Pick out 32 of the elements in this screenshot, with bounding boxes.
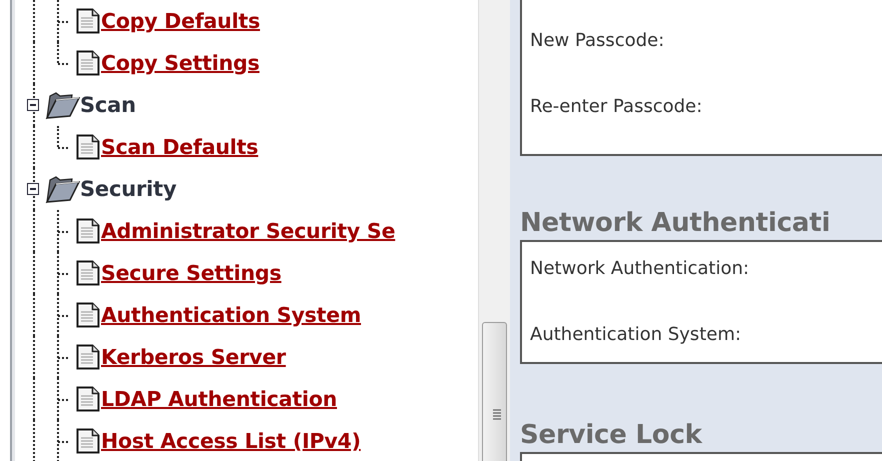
tree-link[interactable]: Secure Settings (101, 261, 282, 285)
folder-icon (44, 90, 80, 120)
field-label: Authentication System: (530, 324, 742, 346)
tree-link[interactable]: Authentication System (101, 303, 361, 327)
scrollbar-thumb[interactable] (482, 322, 507, 461)
page-icon (76, 218, 100, 244)
tree-link[interactable]: Copy Defaults (101, 9, 260, 33)
folder-label[interactable]: Scan (80, 93, 136, 117)
page-icon (76, 260, 100, 286)
page-icon (76, 50, 100, 76)
page-icon (76, 344, 100, 370)
field-label: Re-enter Passcode: (530, 96, 704, 118)
tree-link[interactable]: LDAP Authentication (101, 387, 337, 411)
folder-icon (44, 174, 80, 204)
expander-icon[interactable] (27, 183, 39, 195)
tree-link[interactable]: Host Access List (IPv4) (101, 429, 361, 453)
page-icon (76, 8, 100, 34)
expander-icon[interactable] (27, 99, 39, 111)
tree-link[interactable]: Administrator Security Se (101, 219, 396, 243)
tree-link[interactable]: Scan Defaults (101, 135, 258, 159)
grip-icon (493, 409, 501, 421)
page-icon (76, 302, 100, 328)
page-icon (76, 134, 100, 160)
tree-link[interactable]: Copy Settings (101, 51, 260, 75)
field-label: New Passcode: (530, 30, 666, 52)
page-icon (76, 386, 100, 412)
section-heading: Network Authenticati (520, 207, 832, 240)
page-icon (76, 428, 100, 454)
folder-label[interactable]: Security (80, 177, 176, 201)
tree-link[interactable]: Kerberos Server (101, 345, 286, 369)
field-label: Network Authentication: (530, 258, 750, 280)
section-heading: Service Lock (520, 419, 704, 452)
